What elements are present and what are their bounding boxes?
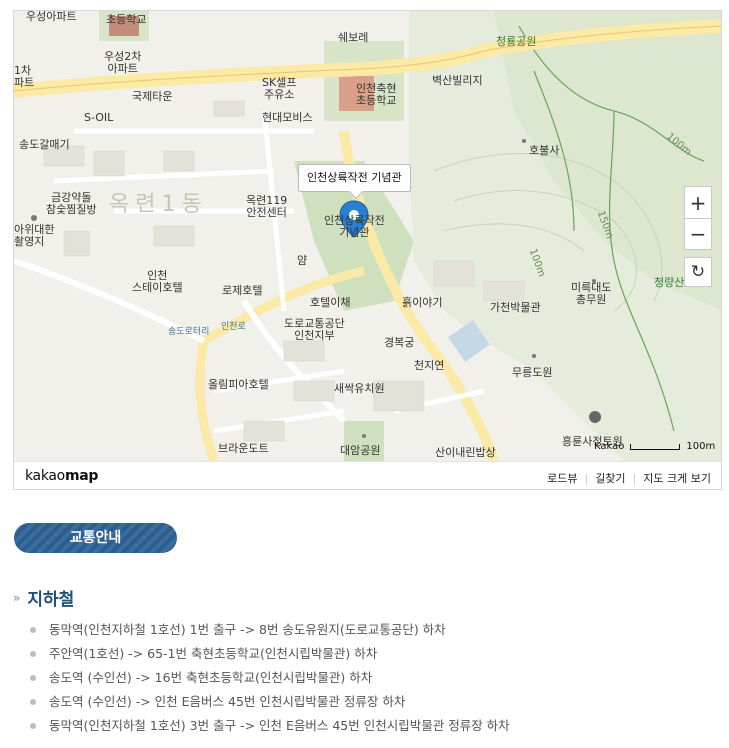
map-label: 무릉도원: [512, 366, 553, 379]
map-label: 현대모비스: [262, 111, 313, 124]
divider: |: [632, 472, 637, 485]
map-label: 인천축현 초등학교: [356, 82, 397, 107]
roadview-link[interactable]: 로드뷰: [547, 472, 577, 485]
double-chevron-icon: »: [13, 590, 21, 605]
map-label: 옥련119 안전센터: [246, 194, 288, 219]
kakaomap-logo[interactable]: kakaomap: [25, 468, 98, 484]
large-map-link[interactable]: 지도 크게 보기: [643, 472, 711, 485]
section-title-badge: 교통안내: [14, 523, 177, 553]
map-scale: Kakao 100m: [594, 441, 715, 452]
map-label: 인천상륙작전 기념관: [324, 214, 385, 239]
map-label: 가천박물관: [490, 301, 541, 314]
scale-provider: Kakao: [594, 441, 625, 452]
map-label: 인천 스테이호텔: [132, 269, 183, 294]
list-item: 동막역(인천지하철 1호선) 1번 출구 -> 8번 송도유원지(도로교통공단)…: [30, 621, 510, 645]
map-label: 쉐보레: [338, 31, 369, 44]
map-label: 우성아파트: [26, 10, 77, 23]
reset-view-button[interactable]: ↻: [684, 257, 712, 287]
map-label: 청량산: [654, 276, 685, 289]
subway-heading: » 지하철: [13, 585, 74, 610]
map-label: 송도갈매기: [19, 138, 70, 151]
map-label: 천지연: [414, 359, 445, 372]
list-item: 주안역(1호선) -> 65-1번 축현초등학교(인천시립박물관) 하차: [30, 645, 510, 669]
map-label: 대암공원: [340, 444, 381, 457]
map-label: S-OIL: [84, 111, 114, 124]
map-footer: kakaomap 로드뷰 | 길찾기 | 지도 크게 보기: [14, 461, 721, 489]
map-label: 호불사: [529, 144, 560, 157]
map-label: 얌: [297, 254, 308, 267]
map-label: 벽산빌리지: [432, 74, 483, 87]
map-label: SK셀프 주유소: [262, 76, 297, 101]
place-infobox[interactable]: 인천상륙작전 기념관: [298, 164, 411, 192]
map-label: 금강약돌 참숯찜질방: [46, 191, 97, 216]
map-label: 브라운도트: [218, 442, 269, 455]
list-item: 동막역(인천지하철 1호선) 3번 출구 -> 인천 E음버스 45번 인천시립…: [30, 717, 510, 741]
map-label: 인천로: [221, 322, 246, 332]
map-label: 국제타운: [132, 90, 173, 103]
subway-route-list: 동막역(인천지하철 1호선) 1번 출구 -> 8번 송도유원지(도로교통공단)…: [30, 621, 510, 741]
map-canvas[interactable]: 옥련1동 우성아파트 초등학교 우성2차 아파트 1차 파트 국제타운 S-OI…: [14, 10, 721, 461]
map-label: 올림피아호텔: [208, 378, 269, 391]
map-widget[interactable]: 옥련1동 우성아파트 초등학교 우성2차 아파트 1차 파트 국제타운 S-OI…: [13, 10, 722, 490]
logo-prefix: kakao: [25, 468, 65, 484]
map-label: 산이내린밥상: [435, 446, 496, 459]
scale-bar: [630, 443, 681, 450]
area-label: 옥련1동: [109, 192, 208, 217]
directions-link[interactable]: 길찾기: [595, 472, 625, 485]
zoom-out-button[interactable]: −: [684, 218, 712, 250]
map-label: 초등학교: [106, 13, 147, 26]
zoom-in-button[interactable]: +: [684, 186, 712, 218]
logo-suffix: map: [64, 468, 99, 484]
map-label: 1차 파트: [14, 64, 35, 89]
divider: |: [584, 472, 589, 485]
map-label: 경복궁: [384, 336, 415, 349]
map-label: 송도로터리: [168, 327, 210, 337]
scale-distance: 100m: [686, 441, 716, 452]
list-item: 송도역 (수인선) -> 인천 E음버스 45번 인천시립박물관 정류장 하차: [30, 693, 510, 717]
map-label: 호텔이채: [310, 296, 351, 309]
map-label: 아위대한 촬영지: [14, 223, 55, 248]
map-label: 로제호텔: [222, 284, 263, 297]
map-links: 로드뷰 | 길찾기 | 지도 크게 보기: [547, 470, 711, 486]
map-label: 흙이야기: [402, 296, 443, 309]
map-label: 청룡공원: [496, 35, 537, 48]
map-label: 도로교통공단 인천지부: [284, 317, 345, 342]
subway-heading-text: 지하철: [27, 590, 75, 610]
map-label: 미륵대도 총무원: [571, 281, 612, 306]
list-item: 송도역 (수인선) -> 16번 축현초등학교(인천시립박물관) 하차: [30, 669, 510, 693]
map-label: 새싹유치원: [334, 382, 385, 395]
map-label: 우성2차 아파트: [104, 50, 142, 75]
